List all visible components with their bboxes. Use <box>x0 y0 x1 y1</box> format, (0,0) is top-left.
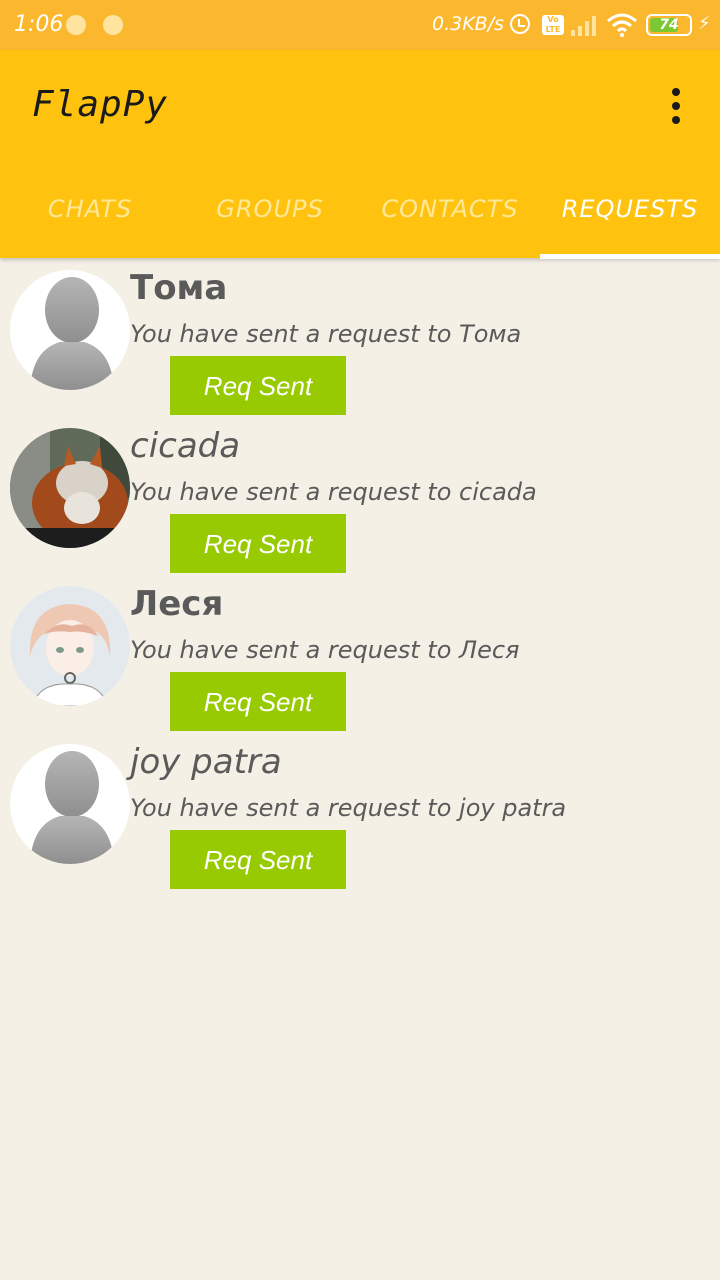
request-message: You have sent a request to Леся <box>130 636 520 664</box>
notification-dot-icon <box>103 15 123 35</box>
signal-icon <box>571 16 596 36</box>
tab-contacts[interactable]: CONTACTS <box>360 170 540 258</box>
request-name: joy patra <box>130 742 282 782</box>
req-sent-button[interactable]: Req Sent <box>170 830 346 889</box>
cat-photo-avatar[interactable] <box>10 428 130 548</box>
alarm-icon <box>510 14 530 34</box>
list-item: cicada You have sent a request to cicada… <box>0 418 720 576</box>
wifi-icon <box>607 13 637 37</box>
request-message: You have sent a request to Тома <box>130 320 522 348</box>
anime-girl-avatar[interactable] <box>10 586 130 706</box>
request-name: cicada <box>130 426 241 466</box>
charging-icon: ⚡ <box>698 13 711 34</box>
request-message: You have sent a request to joy patra <box>130 794 567 822</box>
tab-chats[interactable]: CHATS <box>0 170 180 258</box>
volte-icon: Vo LTE <box>542 15 564 35</box>
req-sent-button[interactable]: Req Sent <box>170 356 346 415</box>
request-name: Леся <box>130 584 224 624</box>
req-sent-button[interactable]: Req Sent <box>170 672 346 731</box>
network-speed: 0.3KB/s <box>432 13 505 35</box>
app-bar: FlapPy CHATS GROUPS CONTACTS REQUESTS <box>0 50 720 259</box>
overflow-menu-icon[interactable] <box>664 84 688 128</box>
list-item: joy patra You have sent a request to joy… <box>0 734 720 892</box>
battery-icon: 74 <box>646 14 692 36</box>
app-title: FlapPy <box>32 84 169 125</box>
default-avatar-icon[interactable] <box>10 270 130 390</box>
battery-level: 74 <box>659 17 679 33</box>
req-sent-button[interactable]: Req Sent <box>170 514 346 573</box>
notification-dot-icon <box>66 15 86 35</box>
tab-groups[interactable]: GROUPS <box>180 170 360 258</box>
tab-bar: CHATS GROUPS CONTACTS REQUESTS <box>0 170 720 258</box>
status-bar: 1:06 0.3KB/s Vo LTE 74 ⚡ <box>0 0 720 50</box>
tab-requests[interactable]: REQUESTS <box>540 170 720 258</box>
request-name: Тома <box>130 268 228 308</box>
list-item: Леся You have sent a request to Леся Req… <box>0 576 720 734</box>
active-tab-indicator <box>540 254 720 259</box>
list-item: Тома You have sent a request to Тома Req… <box>0 260 720 418</box>
status-time: 1:06 <box>14 12 64 37</box>
request-message: You have sent a request to cicada <box>130 478 537 506</box>
default-avatar-icon[interactable] <box>10 744 130 864</box>
